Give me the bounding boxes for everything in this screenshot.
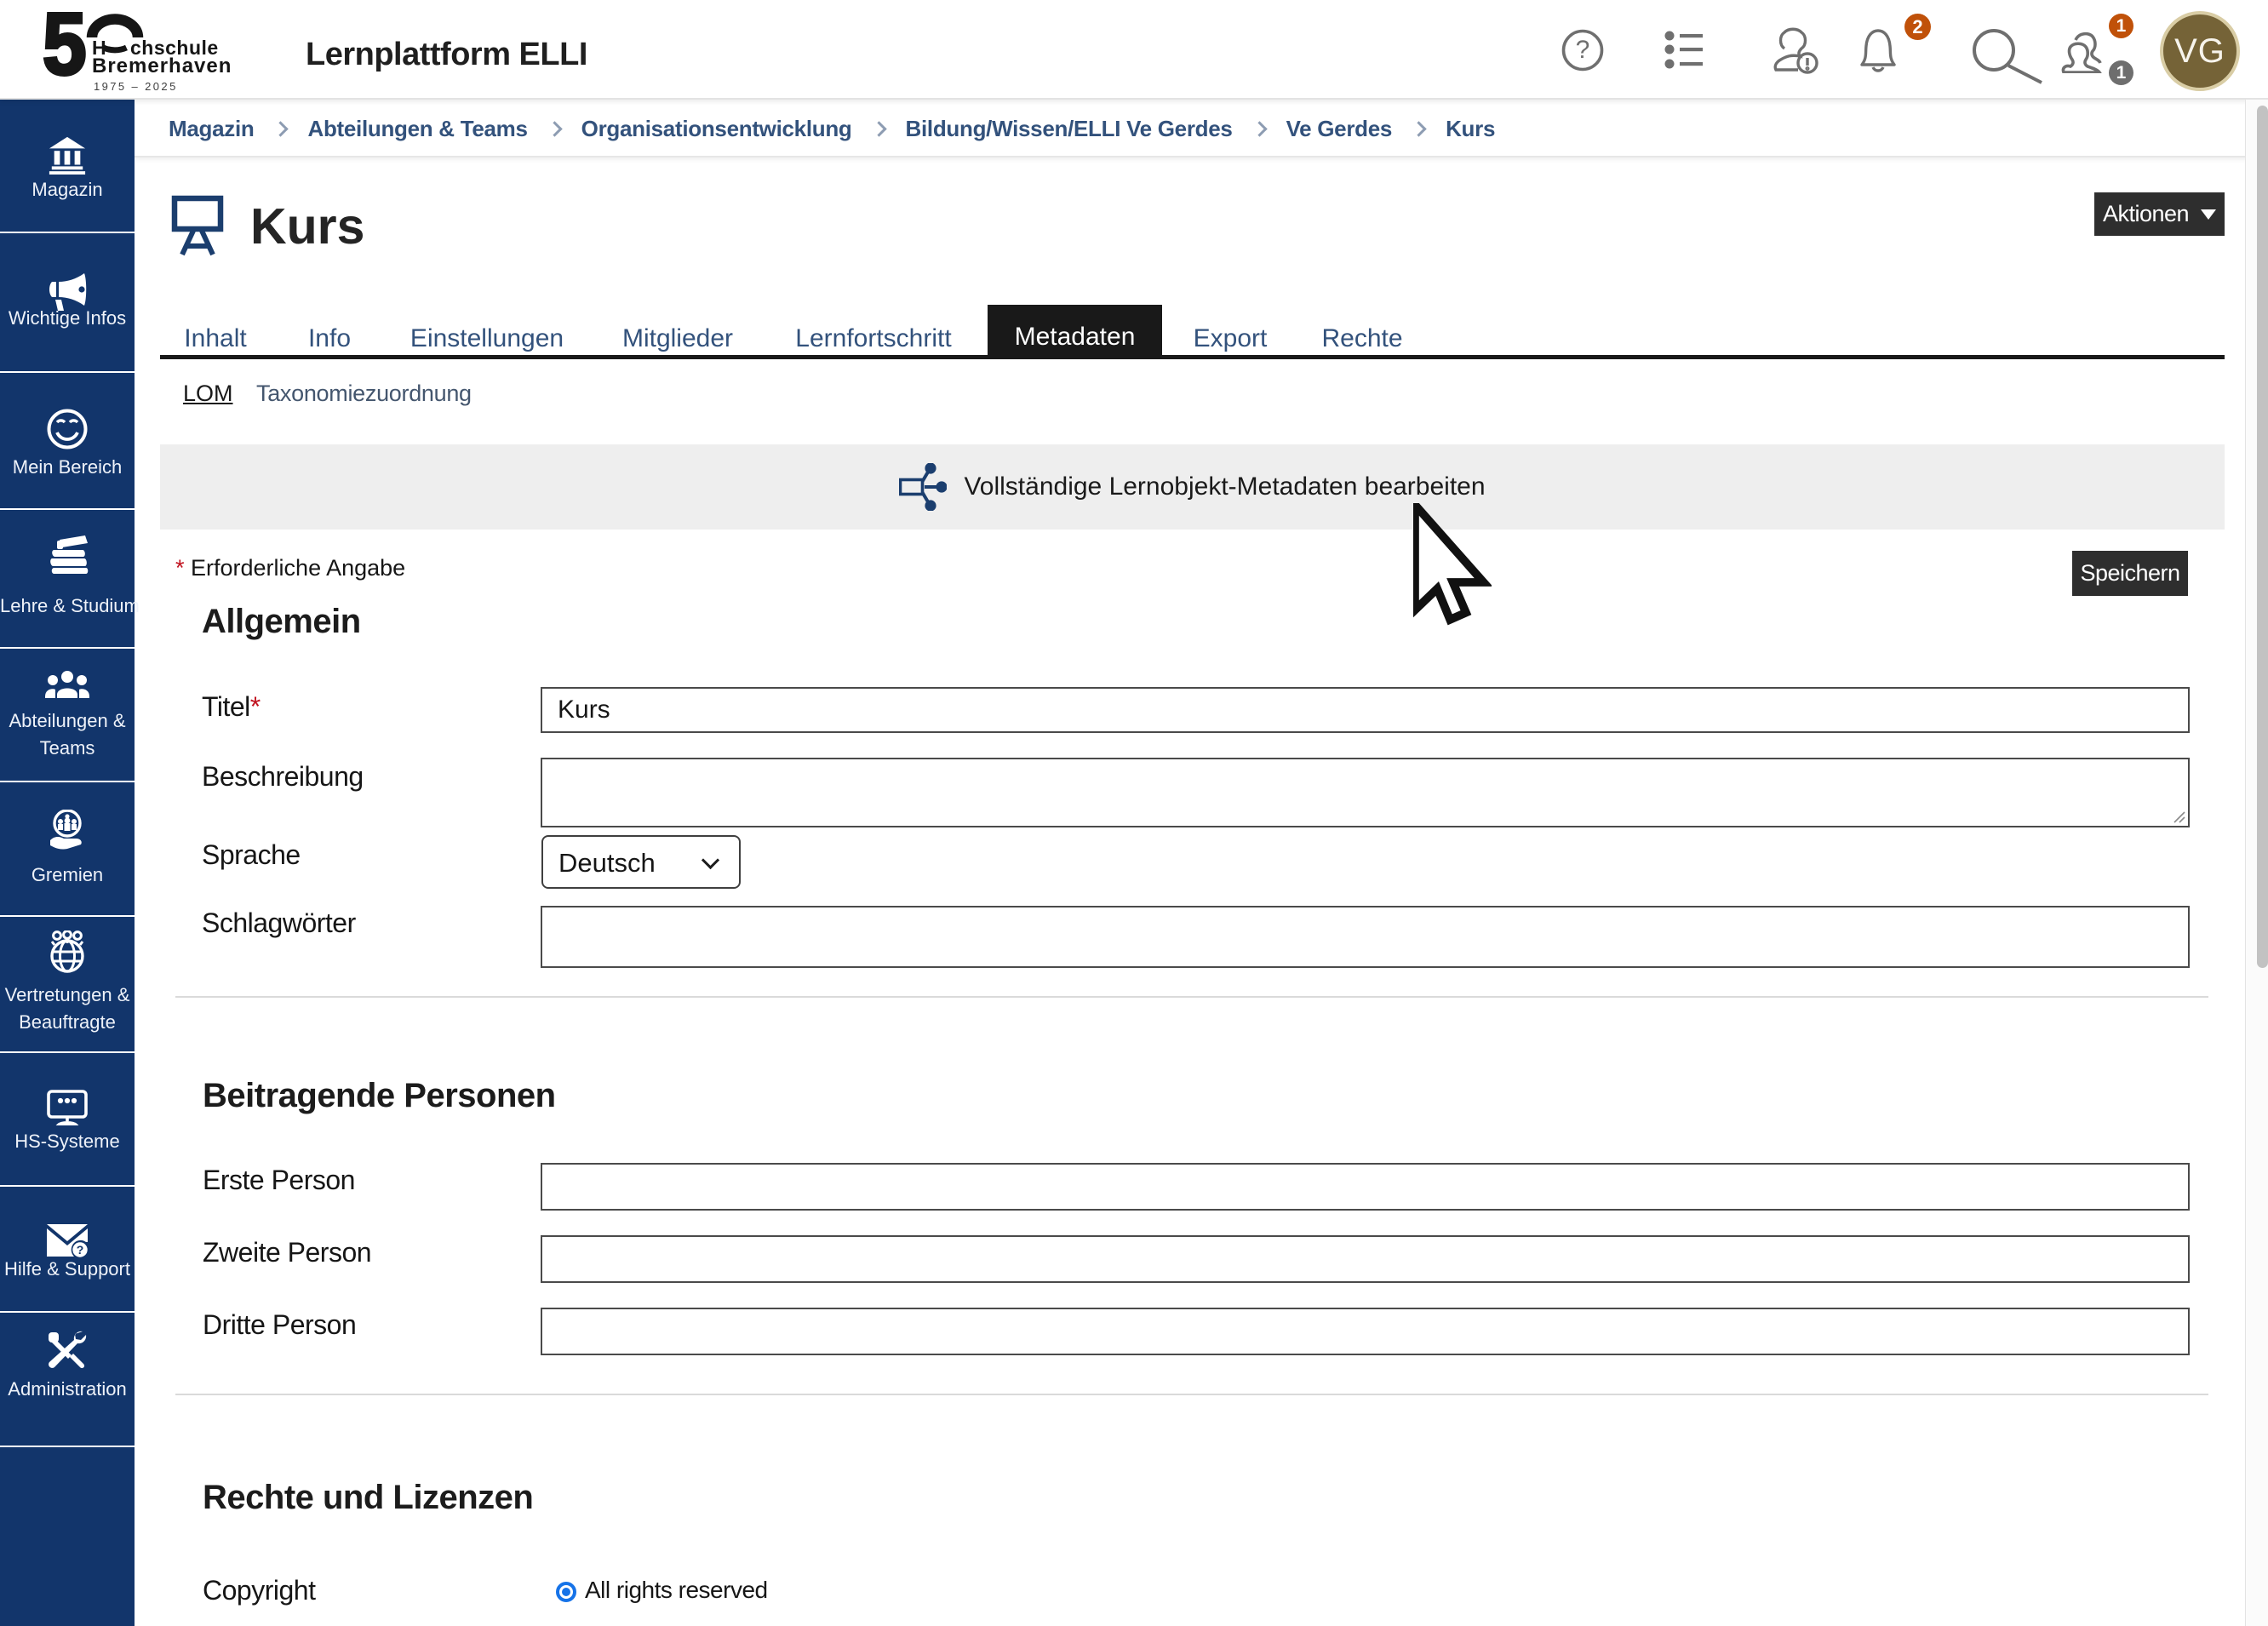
svg-text:?: ?: [1576, 36, 1590, 64]
svg-text:?: ?: [77, 1243, 84, 1257]
